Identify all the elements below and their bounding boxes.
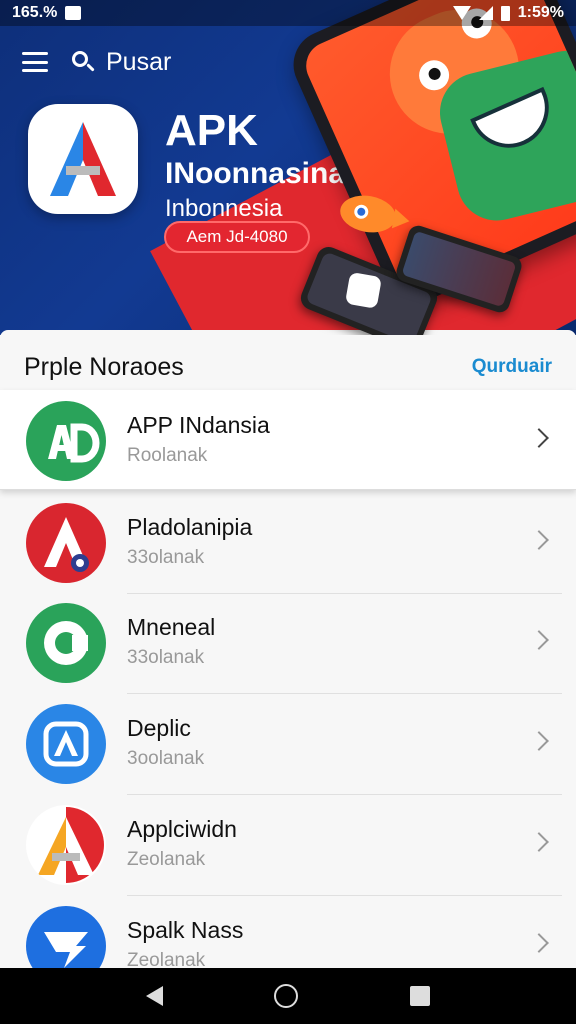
hero-banner[interactable]: 165.% 1:59% Pusar APK INoonnasina Inbonn… [0, 0, 576, 335]
menu-icon[interactable] [22, 52, 48, 72]
app-subtitle: Roolanak [127, 445, 208, 466]
hero-cta-button[interactable]: Aem Jd-4080 [164, 221, 310, 253]
apk-green-ring-icon [26, 603, 106, 683]
apk-blue-icon [26, 704, 106, 784]
chevron-right-icon [529, 630, 549, 650]
app-list-item[interactable]: Mneneal 33olanak [0, 592, 576, 692]
hero-subtitle: INoonnasina [165, 157, 346, 190]
section-title: Prple Noraoes [24, 352, 184, 381]
app-name: APP INdansia [127, 412, 270, 438]
app-name: Applciwidn [127, 816, 237, 842]
app-subtitle: 33olanak [127, 547, 205, 568]
app-list-item[interactable]: APP INdansia Roolanak [0, 390, 576, 490]
top-bar: Pusar [0, 40, 330, 84]
chevron-right-icon [529, 530, 549, 550]
app-name: Deplic [127, 715, 191, 741]
chevron-right-icon [529, 731, 549, 751]
app-list-panel: Prple Noraoes Qurduair APP INdansia Rool… [0, 330, 576, 986]
app-name: Pladolanipia [127, 514, 253, 540]
hero-app-logo [28, 104, 138, 214]
app-subtitle: Zeolanak [127, 849, 206, 870]
chevron-right-icon [529, 832, 549, 852]
apk-orange-icon [26, 805, 106, 885]
app-list-item[interactable]: Deplic 3oolanak [0, 693, 576, 793]
app-screen: 165.% 1:59% Pusar APK INoonnasina Inbonn… [0, 0, 576, 1024]
battery-icon [500, 5, 510, 21]
app-subtitle: 33olanak [127, 647, 205, 668]
app-list-item[interactable]: Pladolanipia 33olanak [0, 492, 576, 592]
apk-logo-icon [50, 122, 116, 196]
back-icon[interactable] [145, 986, 163, 1006]
search-icon [72, 51, 95, 73]
app-name: Mneneal [127, 614, 216, 640]
status-left-text: 165.% [12, 4, 58, 21]
chevron-right-icon [529, 933, 549, 953]
system-nav-bar [0, 968, 576, 1024]
home-icon[interactable] [274, 984, 299, 1008]
hero-tagline: Inbonnesia [165, 195, 283, 222]
app-list-item[interactable]: Applciwidn Zeolanak [0, 794, 576, 894]
section-header: Prple Noraoes Qurduair [24, 352, 552, 382]
status-right-text: 1:59% [517, 4, 564, 21]
search-button[interactable]: Pusar [72, 48, 171, 77]
apk-green-icon [26, 401, 106, 481]
apk-red-icon [26, 503, 106, 583]
signal-icon [478, 6, 493, 20]
notification-icon [65, 6, 82, 20]
app-subtitle: 3oolanak [127, 748, 205, 769]
status-bar: 165.% 1:59% [0, 0, 576, 26]
chevron-right-icon [529, 428, 549, 448]
app-name: Spalk Nass [127, 917, 244, 943]
wifi-icon [452, 6, 471, 20]
recent-apps-icon[interactable] [410, 986, 431, 1006]
search-label: Pusar [106, 47, 172, 76]
see-all-link[interactable]: Qurduair [472, 356, 552, 378]
